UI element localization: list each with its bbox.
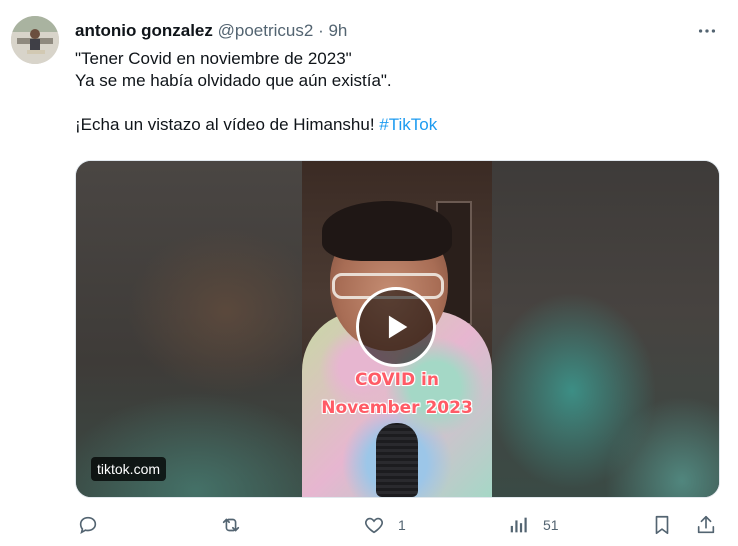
timestamp[interactable]: 9h bbox=[328, 21, 347, 40]
share-button[interactable] bbox=[695, 510, 717, 540]
avatar[interactable] bbox=[11, 16, 59, 64]
video-caption-line: November 2023 bbox=[321, 398, 473, 418]
bookmark-icon bbox=[655, 515, 669, 535]
play-button[interactable] bbox=[356, 287, 436, 367]
tweet-text-promo: ¡Echa un vistazo al vídeo de Himanshu! bbox=[75, 115, 375, 134]
retweet-button[interactable] bbox=[220, 510, 255, 540]
hashtag-link[interactable]: #TikTok bbox=[379, 115, 437, 134]
separator-dot: · bbox=[318, 21, 324, 40]
tweet-text: "Tener Covid en noviembre de 2023" Ya se… bbox=[75, 48, 715, 136]
bookmark-button[interactable] bbox=[651, 510, 673, 540]
author-handle[interactable]: @poetricus2 bbox=[218, 21, 314, 40]
tweet-header: antonio gonzalez @poetricus2 · 9h bbox=[75, 20, 347, 42]
action-bar: 1 51 bbox=[75, 510, 725, 540]
more-icon bbox=[698, 29, 716, 33]
tweet-text-blank bbox=[75, 92, 715, 114]
views-icon bbox=[510, 517, 527, 533]
media-card[interactable]: COVID in November 2023 tiktok.com bbox=[75, 160, 720, 498]
share-icon bbox=[697, 515, 715, 534]
reply-button[interactable] bbox=[77, 510, 112, 540]
tweet-text-line: Ya se me había olvidado que aún existía"… bbox=[75, 71, 392, 90]
thumbnail-hair bbox=[322, 201, 452, 261]
blurred-background-right bbox=[492, 161, 719, 497]
like-icon bbox=[365, 517, 383, 534]
like-count: 1 bbox=[398, 517, 406, 533]
reply-icon bbox=[79, 516, 97, 535]
tweet-text-line: "Tener Covid en noviembre de 2023" bbox=[75, 49, 352, 68]
like-button[interactable]: 1 bbox=[363, 510, 406, 540]
play-icon bbox=[388, 315, 408, 339]
video-caption: COVID in November 2023 bbox=[302, 366, 492, 422]
views-count: 51 bbox=[543, 517, 559, 533]
link-domain-badge[interactable]: tiktok.com bbox=[91, 457, 167, 481]
tweet-text-line: ¡Echa un vistazo al vídeo de Himanshu! #… bbox=[75, 114, 715, 136]
thumbnail-microphone bbox=[376, 423, 418, 497]
views-button[interactable]: 51 bbox=[508, 510, 559, 540]
retweet-icon bbox=[222, 518, 240, 532]
more-options-button[interactable] bbox=[694, 20, 720, 42]
blurred-background-left bbox=[76, 161, 302, 497]
author-name[interactable]: antonio gonzalez bbox=[75, 21, 213, 40]
video-caption-line: COVID in bbox=[355, 370, 439, 390]
